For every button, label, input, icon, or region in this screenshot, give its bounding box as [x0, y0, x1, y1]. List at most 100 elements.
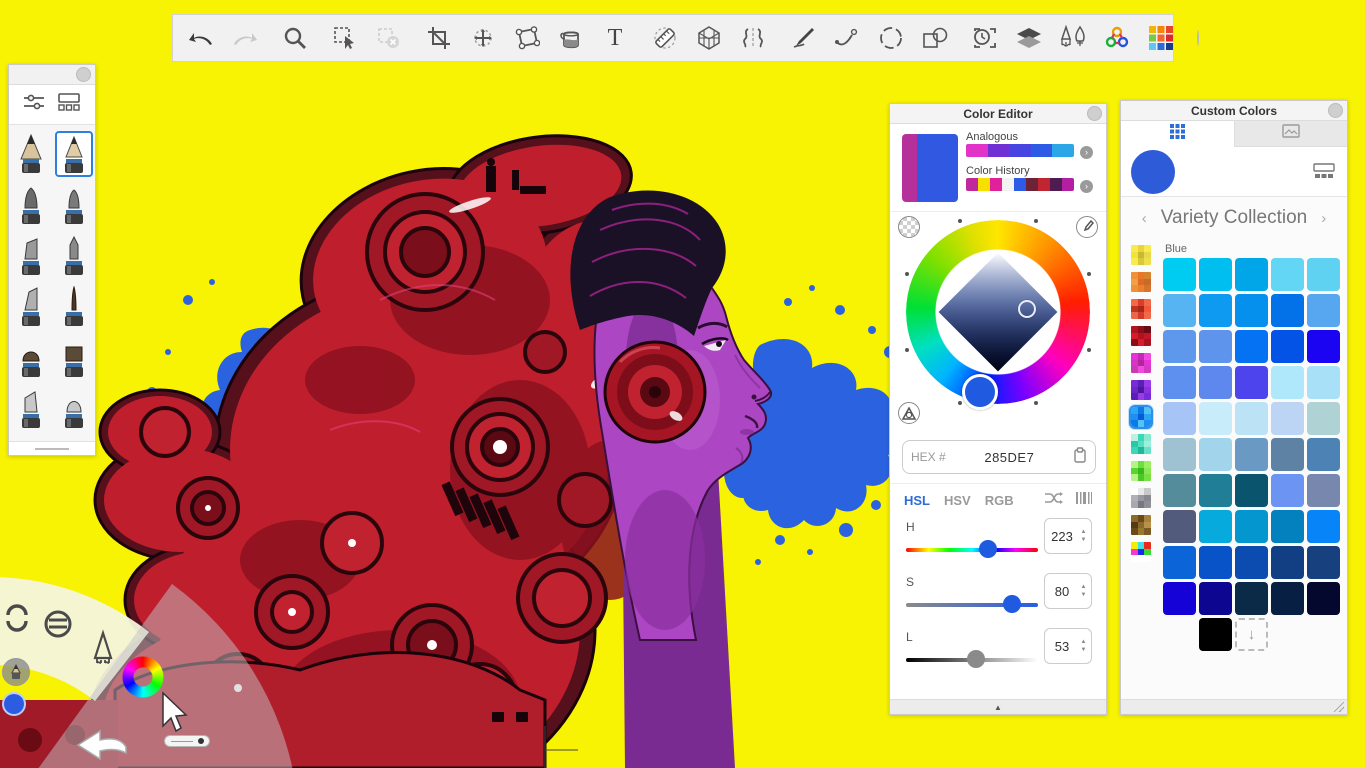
- history-swatch[interactable]: [990, 178, 1002, 191]
- hex-input[interactable]: HEX # 285DE7: [902, 440, 1096, 474]
- color-swatch[interactable]: [1199, 258, 1232, 291]
- mini-palette-3[interactable]: [1129, 324, 1153, 348]
- brush-sets-icon[interactable]: [57, 93, 81, 116]
- redo-button[interactable]: [223, 18, 267, 58]
- analogous-swatch[interactable]: [1031, 144, 1053, 157]
- color-swatch[interactable]: [1271, 402, 1304, 435]
- slider-value-s[interactable]: 80▲▼: [1044, 573, 1092, 609]
- undo-button[interactable]: [179, 18, 223, 58]
- brush-marker-bullet[interactable]: [12, 182, 50, 228]
- quick-tool-button[interactable]: [2, 658, 30, 686]
- color-swatch[interactable]: [1235, 582, 1268, 615]
- tab-swatches[interactable]: [1121, 121, 1234, 147]
- history-swatch[interactable]: [1002, 178, 1014, 191]
- color-swatch[interactable]: [1271, 438, 1304, 471]
- history-swatch[interactable]: [1014, 178, 1026, 191]
- color-swatch[interactable]: [1163, 258, 1196, 291]
- custom-colors-collapse-button[interactable]: [1328, 103, 1343, 118]
- mini-palette-1[interactable]: [1129, 270, 1153, 294]
- brush-panel-header[interactable]: [9, 65, 95, 85]
- perspective-button[interactable]: [687, 18, 731, 58]
- color-swatch[interactable]: [1163, 546, 1196, 579]
- brush-shader-round[interactable]: [55, 386, 93, 432]
- spin-up-icon[interactable]: ▲: [1079, 639, 1088, 645]
- color-swatch[interactable]: [1307, 510, 1340, 543]
- ruler-button[interactable]: [643, 18, 687, 58]
- color-history-bar[interactable]: [966, 178, 1074, 191]
- spline-button[interactable]: [825, 18, 869, 58]
- wheel-shape-toggle-button[interactable]: [898, 402, 920, 424]
- history-swatch[interactable]: [978, 178, 990, 191]
- mini-palette-11[interactable]: [1129, 540, 1153, 564]
- mini-palette-4[interactable]: [1129, 351, 1153, 375]
- slider-value-l[interactable]: 53▲▼: [1044, 628, 1092, 664]
- brush-marker-chisel[interactable]: [12, 233, 50, 279]
- brush-liner[interactable]: [55, 284, 93, 330]
- color-editor-header[interactable]: Color Editor: [890, 104, 1106, 124]
- brush-chisel-tall[interactable]: [12, 284, 50, 330]
- deselect-button[interactable]: [367, 18, 411, 58]
- brush-pencil-tip[interactable]: [55, 131, 93, 177]
- shapes-button[interactable]: [913, 18, 957, 58]
- color-swatch[interactable]: [1199, 402, 1232, 435]
- color-swatch[interactable]: [1199, 474, 1232, 507]
- sv-cursor[interactable]: [1018, 300, 1036, 318]
- slider-value-h[interactable]: 223▲▼: [1044, 518, 1092, 554]
- history-swatch[interactable]: [1026, 178, 1038, 191]
- layers-button[interactable]: [1007, 18, 1051, 58]
- analogous-swatch[interactable]: [966, 144, 988, 157]
- color-swatch[interactable]: [1235, 474, 1268, 507]
- color-swatch[interactable]: [1271, 510, 1304, 543]
- color-swatch[interactable]: [1271, 258, 1304, 291]
- compact-sliders-icon[interactable]: [1076, 491, 1092, 509]
- slider-thumb-l[interactable]: [967, 650, 985, 668]
- analogous-swatch[interactable]: [1009, 144, 1031, 157]
- color-swatch[interactable]: [1271, 330, 1304, 363]
- copy-hex-icon[interactable]: [1073, 447, 1087, 468]
- black-swatch[interactable]: [1199, 618, 1232, 651]
- mini-palette-10[interactable]: [1129, 513, 1153, 537]
- spin-down-icon[interactable]: ▼: [1079, 647, 1088, 653]
- text-button[interactable]: T: [593, 18, 637, 58]
- color-swatch[interactable]: [1235, 366, 1268, 399]
- color-swatch[interactable]: [1163, 582, 1196, 615]
- color-swatch[interactable]: [1235, 330, 1268, 363]
- color-swatch[interactable]: [1163, 438, 1196, 471]
- quick-current-color[interactable]: [2, 692, 26, 716]
- timelapse-button[interactable]: [963, 18, 1007, 58]
- symmetry-button[interactable]: [731, 18, 775, 58]
- collection-options-icon[interactable]: [1313, 163, 1335, 184]
- color-swatch[interactable]: [1199, 294, 1232, 327]
- tab-hsv[interactable]: HSV: [944, 493, 971, 508]
- add-color-button[interactable]: ↓: [1235, 618, 1268, 651]
- color-editor-collapse-bar[interactable]: ▲: [890, 699, 1106, 714]
- distort-button[interactable]: [505, 18, 549, 58]
- color-swatch[interactable]: [1235, 438, 1268, 471]
- slider-track-h[interactable]: [906, 548, 1038, 552]
- slider-thumb-s[interactable]: [1003, 595, 1021, 613]
- color-swatch[interactable]: [1271, 474, 1304, 507]
- mini-palette-2[interactable]: [1129, 297, 1153, 321]
- color-swatch[interactable]: [1271, 546, 1304, 579]
- color-swatch[interactable]: [1307, 402, 1340, 435]
- mini-palette-9[interactable]: [1129, 486, 1153, 510]
- color-editor-collapse-button[interactable]: [1087, 106, 1102, 121]
- color-swatch[interactable]: [1307, 330, 1340, 363]
- brush-pencil-sharp[interactable]: [12, 131, 50, 177]
- history-swatch[interactable]: [1038, 178, 1050, 191]
- mini-palette-0[interactable]: [1129, 243, 1153, 267]
- history-swatch[interactable]: [966, 178, 978, 191]
- quick-color-wheel[interactable]: [122, 656, 164, 698]
- color-swatch[interactable]: [1307, 258, 1340, 291]
- color-swatch[interactable]: [1235, 546, 1268, 579]
- color-swatch[interactable]: [1271, 582, 1304, 615]
- tab-hsl[interactable]: HSL: [904, 493, 930, 508]
- color-swatch[interactable]: [1199, 438, 1232, 471]
- color-swatch[interactable]: [1163, 510, 1196, 543]
- ellipse-button[interactable]: [869, 18, 913, 58]
- history-swatch[interactable]: [1050, 178, 1062, 191]
- transparency-button[interactable]: [898, 216, 920, 238]
- color-swatch[interactable]: [1307, 438, 1340, 471]
- tab-image-palette[interactable]: [1234, 121, 1348, 147]
- palette-button[interactable]: [1139, 18, 1183, 58]
